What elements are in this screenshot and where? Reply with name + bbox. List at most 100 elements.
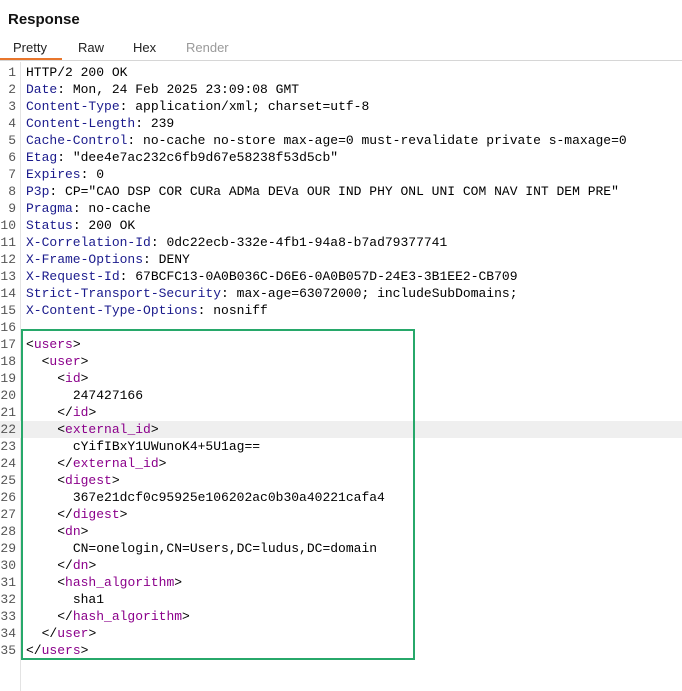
xml-bracket: >	[80, 371, 89, 386]
xml-text: cYifIBxY1UWunoK4+5U1ag==	[72, 439, 261, 454]
header-name: P3p	[26, 184, 50, 199]
line-content: Etag: "dee4e7ac232c6fb9d67e58238f53d5cb"	[26, 149, 338, 166]
code-line: 35 </users>	[0, 642, 682, 659]
code-line: 2 Date: Mon, 24 Feb 2025 23:09:08 GMT	[0, 81, 682, 98]
xml-bracket: >	[88, 626, 97, 641]
line-content: <user>	[26, 353, 89, 370]
code-line: 4 Content-Length: 239	[0, 115, 682, 132]
code-line: 6 Etag: "dee4e7ac232c6fb9d67e58238f53d5cb…	[0, 149, 682, 166]
header-name: Expires	[26, 167, 81, 182]
xml-tag-name: digest	[72, 507, 120, 522]
header-name: Cache-Control	[26, 133, 128, 148]
code-line: 24 </external_id>	[0, 455, 682, 472]
tab-render[interactable]: Render	[186, 40, 229, 55]
line-number: 22	[0, 422, 16, 437]
line-number: 11	[0, 235, 16, 250]
header-separator: :	[72, 201, 89, 216]
tab-pretty[interactable]: Pretty	[13, 40, 47, 55]
code-line: 1 HTTP/2 200 OK	[0, 64, 682, 81]
line-number: 19	[0, 371, 16, 386]
code-line: 17 <users>	[0, 336, 682, 353]
line-number: 30	[0, 558, 16, 573]
response-editor[interactable]: 1 HTTP/2 200 OK 2 Date: Mon, 24 Feb 2025 23…	[0, 62, 682, 691]
line-content: sha1	[26, 591, 104, 608]
line-content: Content-Length: 239	[26, 115, 174, 132]
xml-bracket: <	[57, 371, 66, 386]
code-line: 5 Cache-Control: no-cache no-store max-ag…	[0, 132, 682, 149]
header-value: "dee4e7ac232c6fb9d67e58238f53d5cb"	[72, 150, 339, 165]
code-line: 28 <dn>	[0, 523, 682, 540]
line-number: 20	[0, 388, 16, 403]
xml-tag-name: user	[57, 626, 89, 641]
line-number: 5	[8, 133, 16, 148]
code-line: 16	[0, 319, 682, 336]
line-number: 23	[0, 439, 16, 454]
xml-bracket: >	[80, 354, 89, 369]
header-value: nosniff	[213, 303, 268, 318]
line-content: Cache-Control: no-cache no-store max-age…	[26, 132, 627, 149]
line-content: X-Request-Id: 67BCFC13-0A0B036C-D6E6-0A0…	[26, 268, 518, 285]
header-value: 0	[96, 167, 105, 182]
code-line: 26 367e21dcf0c95925e106202ac0b30a40221ca…	[0, 489, 682, 506]
header-name: Date	[26, 82, 58, 97]
tab-raw[interactable]: Raw	[78, 40, 104, 55]
xml-bracket: </	[57, 507, 73, 522]
header-value: 239	[150, 116, 175, 131]
xml-tag-name: dn	[72, 558, 89, 573]
line-content: Status: 200 OK	[26, 217, 135, 234]
line-number: 25	[0, 473, 16, 488]
xml-bracket: >	[80, 643, 89, 658]
line-number: 10	[0, 218, 16, 233]
header-separator: :	[57, 82, 73, 97]
line-content: X-Correlation-Id: 0dc22ecb-332e-4fb1-94a…	[26, 234, 447, 251]
header-name: Status	[26, 218, 73, 233]
code-line: 7 Expires: 0	[0, 166, 682, 183]
xml-text: 247427166	[72, 388, 144, 403]
line-content: 247427166	[26, 387, 143, 404]
line-content: 367e21dcf0c95925e106202ac0b30a40221cafa4	[26, 489, 385, 506]
line-content: <external_id>	[26, 421, 158, 438]
xml-tag-name: id	[72, 405, 89, 420]
xml-tag-name: id	[65, 371, 81, 386]
xml-tag-name: user	[49, 354, 81, 369]
header-separator: :	[57, 150, 73, 165]
header-name: Content-Type	[26, 99, 120, 114]
header-separator: :	[72, 218, 89, 233]
xml-tag-name: digest	[65, 473, 112, 488]
code-line: 21 </id>	[0, 404, 682, 421]
header-value: CP="CAO DSP COR CURa ADMa DEVa OUR IND P…	[65, 184, 619, 199]
code-line: 14 Strict-Transport-Security: max-age=630…	[0, 285, 682, 302]
code-line: 33 </hash_algorithm>	[0, 608, 682, 625]
xml-bracket: </	[57, 456, 73, 471]
line-number: 21	[0, 405, 16, 420]
header-name: X-Correlation-Id	[26, 235, 151, 250]
line-content: </digest>	[26, 506, 127, 523]
line-number: 2	[8, 82, 16, 97]
line-number: 35	[0, 643, 16, 658]
line-number: 12	[0, 252, 16, 267]
header-value: no-cache	[88, 201, 151, 216]
xml-tag-name: hash_algorithm	[65, 575, 175, 590]
line-number: 16	[0, 320, 16, 335]
xml-bracket: >	[80, 524, 89, 539]
code-line: 22 <external_id>	[0, 421, 682, 438]
line-number: 33	[0, 609, 16, 624]
header-value: 67BCFC13-0A0B036C-D6E6-0A0B057D-24E3-3B1…	[135, 269, 518, 284]
line-number: 1	[8, 65, 16, 80]
xml-bracket: <	[57, 422, 66, 437]
line-content: <id>	[26, 370, 88, 387]
xml-bracket: </	[57, 558, 73, 573]
line-content: </hash_algorithm>	[26, 608, 190, 625]
xml-text: 367e21dcf0c95925e106202ac0b30a40221cafa4	[72, 490, 385, 505]
xml-tag-name: dn	[65, 524, 81, 539]
xml-bracket: <	[26, 337, 34, 352]
line-content: Content-Type: application/xml; charset=u…	[26, 98, 369, 115]
header-name: X-Request-Id	[26, 269, 120, 284]
line-number: 24	[0, 456, 16, 471]
tab-hex[interactable]: Hex	[133, 40, 156, 55]
